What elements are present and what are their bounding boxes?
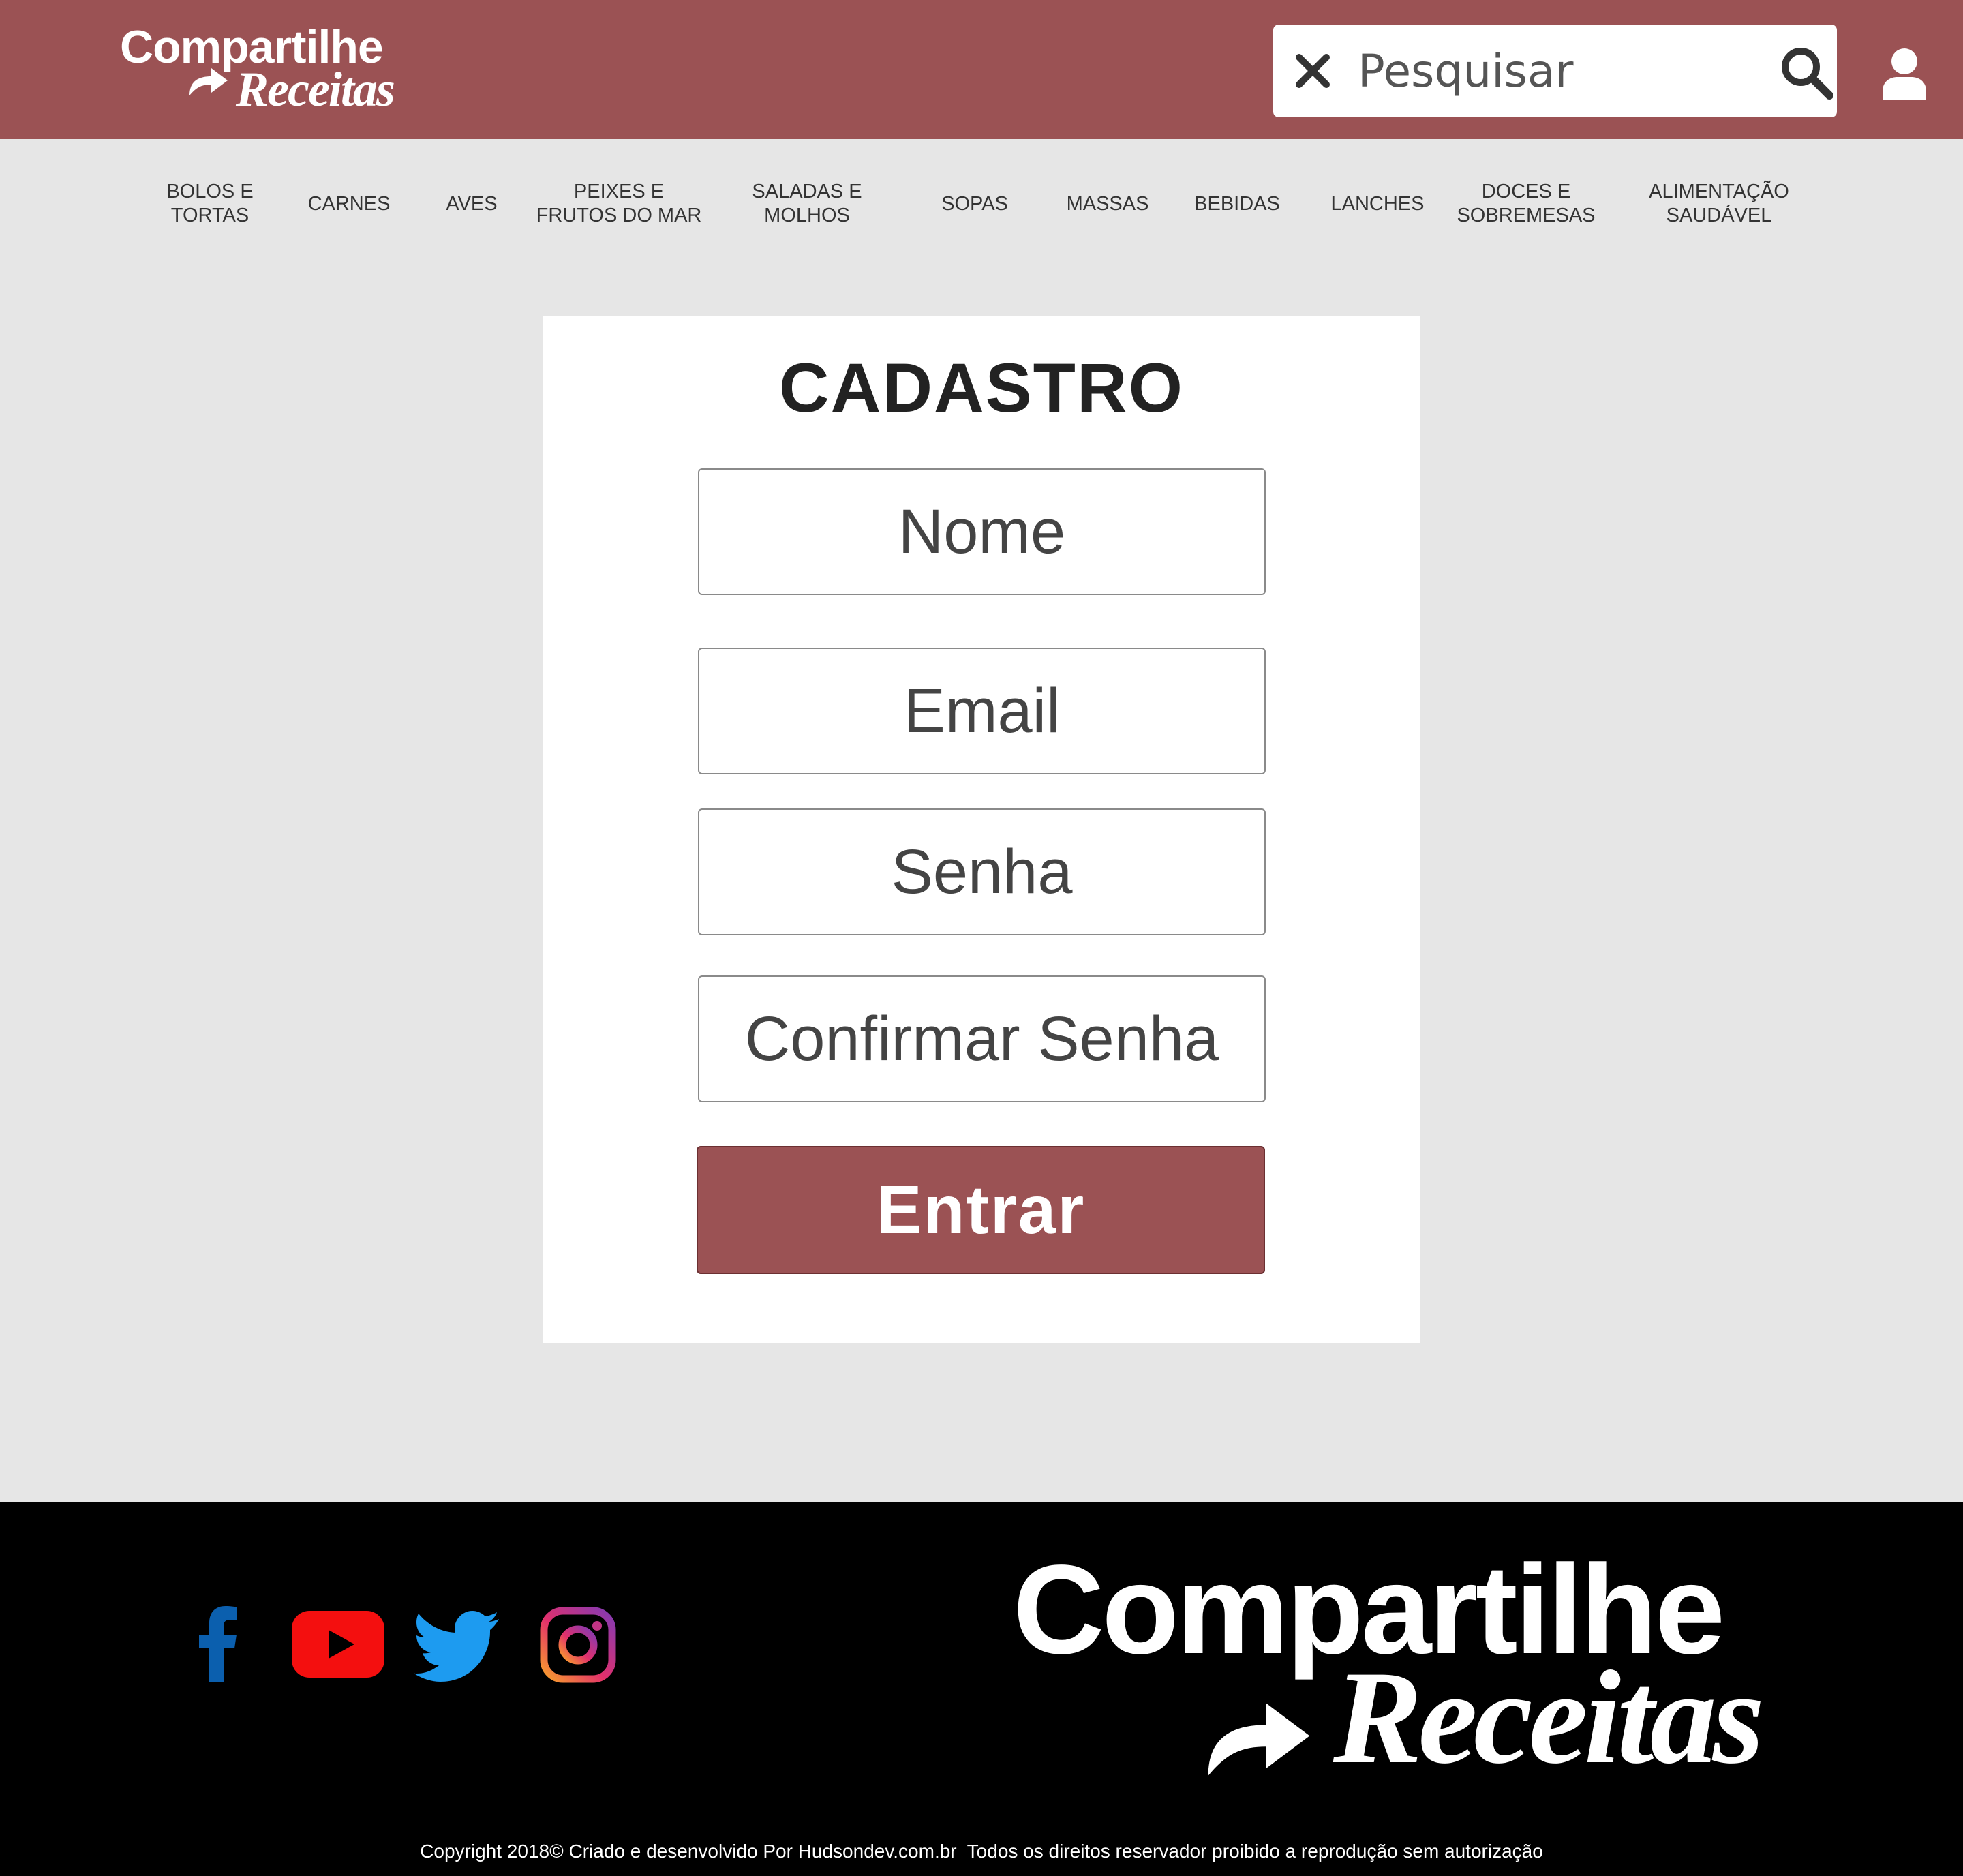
nav-bolos-e-tortas[interactable]: BOLOS E TORTAS (155, 180, 264, 228)
nav-doces-e-sobremesas[interactable]: DOCES E SOBREMESAS (1441, 180, 1611, 228)
facebook-icon[interactable] (198, 1606, 239, 1682)
nav-bebidas[interactable]: BEBIDAS (1179, 180, 1295, 228)
share-arrow-icon (189, 68, 228, 95)
instagram-icon[interactable] (540, 1607, 616, 1683)
youtube-icon[interactable] (292, 1611, 384, 1678)
submit-button[interactable]: Entrar (697, 1146, 1265, 1274)
site-header: Compartilhe Receitas (0, 0, 1963, 139)
page-title: CADASTRO (779, 349, 1184, 427)
site-footer: Compartilhe Receitas Copyright 2018© Cri… (0, 1502, 1963, 1876)
nav-sopas[interactable]: SOPAS (920, 180, 1029, 228)
site-logo[interactable]: Compartilhe Receitas (120, 20, 395, 117)
copyright-text: Copyright 2018© Criado e desenvolvido Po… (420, 1841, 1543, 1862)
nav-lanches[interactable]: LANCHES (1320, 180, 1435, 228)
nav-peixes-e-frutos-do-mar[interactable]: PEIXES E FRUTOS DO MAR (523, 180, 714, 228)
search-input[interactable] (1358, 40, 1739, 102)
nav-massas[interactable]: MASSAS (1050, 180, 1166, 228)
confirm-password-field[interactable] (698, 975, 1266, 1102)
twitter-icon[interactable] (414, 1611, 500, 1682)
name-field[interactable] (698, 468, 1266, 595)
close-icon[interactable] (1294, 52, 1332, 90)
nav-alimentacao-saudavel[interactable]: ALIMENTAÇÃO SAUDÁVEL (1630, 180, 1808, 228)
register-card: CADASTRO Entrar (543, 316, 1420, 1343)
search-icon[interactable] (1779, 45, 1833, 100)
nav-aves[interactable]: AVES (424, 180, 519, 228)
nav-saladas-e-molhos[interactable]: SALADAS E MOLHOS (725, 180, 889, 228)
password-field[interactable] (698, 808, 1266, 935)
footer-logo-text-receitas: Receitas (1333, 1644, 1765, 1791)
footer-logo[interactable]: Compartilhe Receitas (1013, 1537, 1765, 1791)
email-field[interactable] (698, 648, 1266, 774)
share-arrow-icon (1208, 1703, 1310, 1776)
user-icon[interactable] (1881, 48, 1928, 100)
logo-text-receitas: Receitas (236, 62, 395, 117)
search-bar (1273, 25, 1837, 117)
nav-carnes[interactable]: CARNES (294, 180, 404, 228)
